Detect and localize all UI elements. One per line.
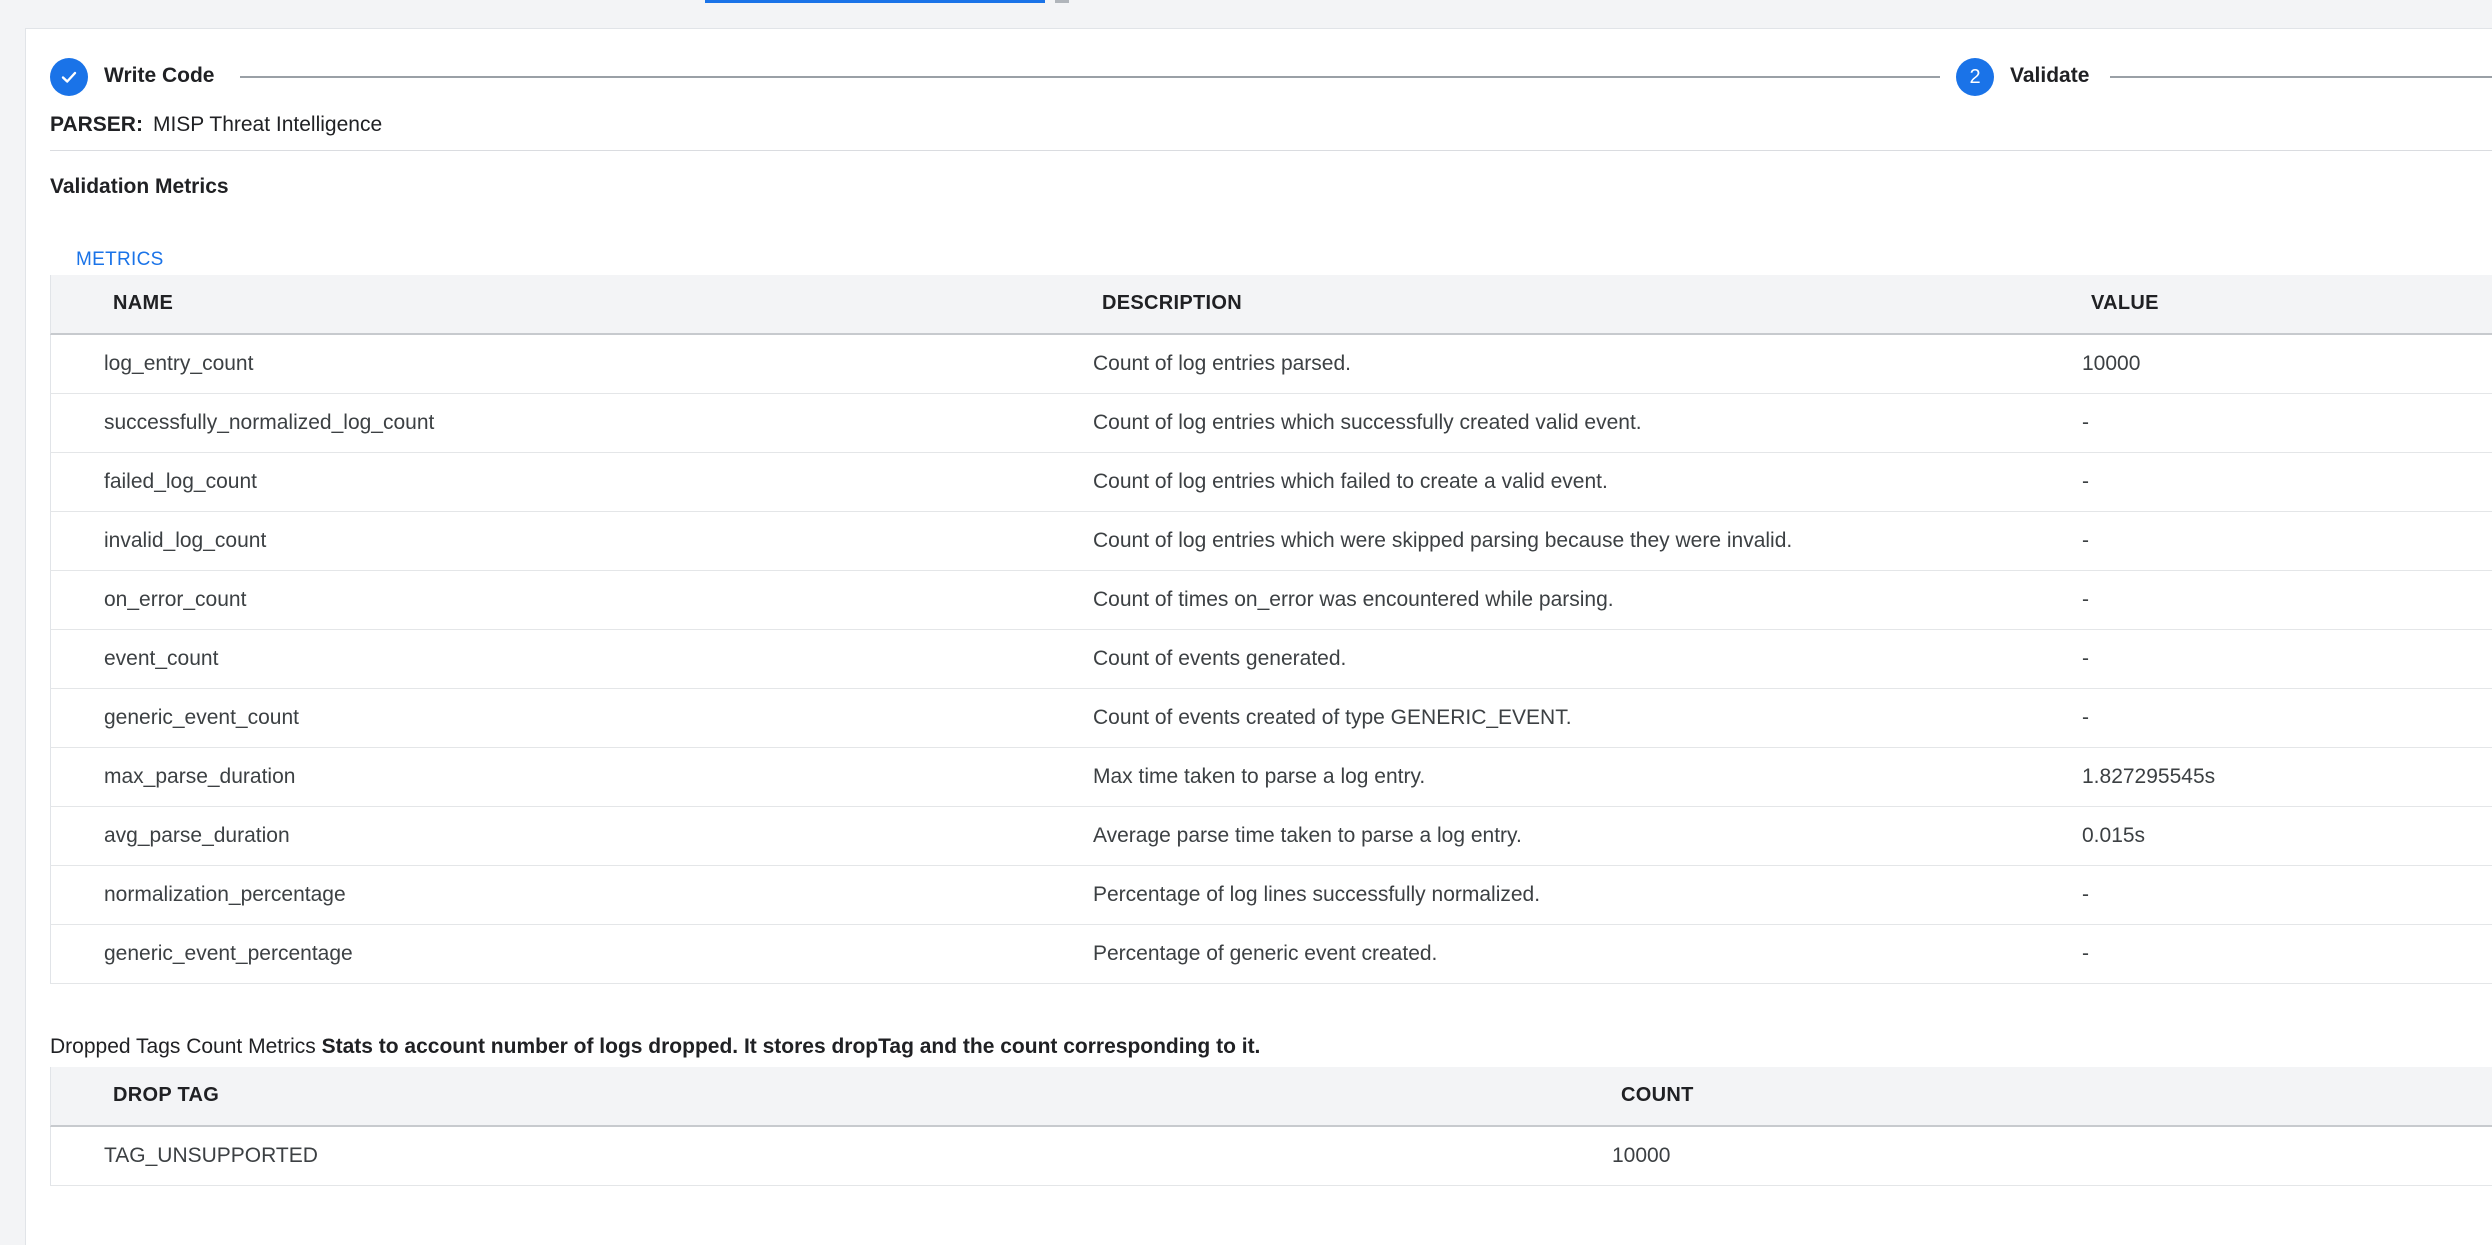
parser-label: PARSER: [50,113,143,136]
metric-name: successfully_normalized_log_count [104,411,435,434]
table-row: TAG_UNSUPPORTED 10000 [50,1127,2492,1186]
metric-value: - [2082,883,2089,906]
column-header-description[interactable]: DESCRIPTION [1102,292,1242,315]
table-row: normalization_percentage Percentage of lo… [50,866,2492,925]
metric-name: normalization_percentage [104,883,346,906]
metric-name: avg_parse_duration [104,824,290,847]
tab-metrics-label: METRICS [76,249,164,270]
parser-name: MISP Threat Intelligence [152,113,383,136]
metric-value: - [2082,706,2089,729]
column-header-name[interactable]: NAME [113,292,173,315]
drop-tag-name: TAG_UNSUPPORTED [104,1144,318,1167]
dropped-tags-heading: Dropped Tags Count Metrics Stats to acco… [50,1035,1260,1059]
metric-description: Average parse time taken to parse a log … [1093,824,1522,847]
dropped-tags-description: Stats to account number of logs dropped.… [321,1035,1261,1058]
metric-name: generic_event_percentage [104,942,353,965]
metric-description: Count of events created of type GENERIC_… [1093,706,1572,729]
metric-value: - [2082,647,2089,670]
documentation-link-partial[interactable] [705,0,1045,3]
table-row: invalid_log_count Count of log entries wh… [50,512,2492,571]
parser-info: PARSER: MISP Threat Intelligence [50,113,382,137]
metric-value: 1.827295545s [2082,765,2216,788]
step-complete-check-icon [50,58,88,96]
metric-name: event_count [104,647,219,670]
table-row: log_entry_count Count of log entries pars… [50,335,2492,394]
metric-name: max_parse_duration [104,765,296,788]
table-row: generic_event_count Count of events creat… [50,689,2492,748]
metric-value: - [2082,411,2089,434]
external-link-icon[interactable] [1055,0,1069,3]
dropped-tags-table-body: TAG_UNSUPPORTED 10000 [50,1127,2492,1186]
metric-description: Count of log entries which successfully … [1093,411,1642,434]
dropped-tags-table: DROP TAG COUNT TAG_UNSUPPORTED 10000 [50,1067,2492,1186]
metric-value: - [2082,942,2089,965]
dropped-tags-table-header: DROP TAG COUNT [50,1067,2492,1127]
validate-panel: Write Code 2 Validate PARSER: MISP Threat… [25,28,2492,1245]
stepper: Write Code 2 Validate [50,57,2492,97]
top-strip [0,0,2492,28]
column-header-count[interactable]: COUNT [1621,1084,1694,1107]
metric-name: log_entry_count [104,352,254,375]
divider [50,150,2492,151]
metric-description: Count of log entries which failed to cre… [1093,470,1608,493]
table-row: generic_event_percentage Percentage of ge… [50,925,2492,984]
step-write-code[interactable]: Write Code [104,64,214,88]
table-row: successfully_normalized_log_count Count o… [50,394,2492,453]
metrics-table: NAME DESCRIPTION VALUE log_entry_count Co… [50,275,2492,984]
validation-metrics-title: Validation Metrics [50,175,229,198]
column-header-value[interactable]: VALUE [2091,292,2159,315]
table-row: event_count Count of events generated. - [50,630,2492,689]
metric-value: - [2082,470,2089,493]
column-header-drop-tag[interactable]: DROP TAG [113,1084,219,1107]
dropped-tags-label: Dropped Tags Count Metrics [50,1035,316,1058]
metric-name: on_error_count [104,588,247,611]
metric-value: - [2082,588,2089,611]
metric-description: Count of log entries which were skipped … [1093,529,1793,552]
metric-value: 0.015s [2082,824,2146,847]
step-connector [240,76,1940,78]
table-row: avg_parse_duration Average parse time tak… [50,807,2492,866]
metrics-table-body: log_entry_count Count of log entries pars… [50,335,2492,984]
metric-name: failed_log_count [104,470,257,493]
step-validate[interactable]: Validate [2010,64,2089,88]
metric-description: Count of times on_error was encountered … [1093,588,1614,611]
metric-description: Max time taken to parse a log entry. [1093,765,1426,788]
metric-description: Count of log entries parsed. [1093,352,1351,375]
metric-value: - [2082,529,2089,552]
step-connector-trailing [2110,76,2492,78]
metric-description: Percentage of log lines successfully nor… [1093,883,1541,906]
step-number-badge: 2 [1956,58,1994,96]
metric-name: invalid_log_count [104,529,267,552]
metric-description: Percentage of generic event created. [1093,942,1438,965]
metrics-table-header: NAME DESCRIPTION VALUE [50,275,2492,335]
metric-value: 10000 [2082,352,2141,375]
table-row: on_error_count Count of times on_error wa… [50,571,2492,630]
table-row: failed_log_count Count of log entries whi… [50,453,2492,512]
drop-tag-count: 10000 [1612,1144,1671,1167]
metric-description: Count of events generated. [1093,647,1347,670]
table-row: max_parse_duration Max time taken to pars… [50,748,2492,807]
metric-name: generic_event_count [104,706,299,729]
